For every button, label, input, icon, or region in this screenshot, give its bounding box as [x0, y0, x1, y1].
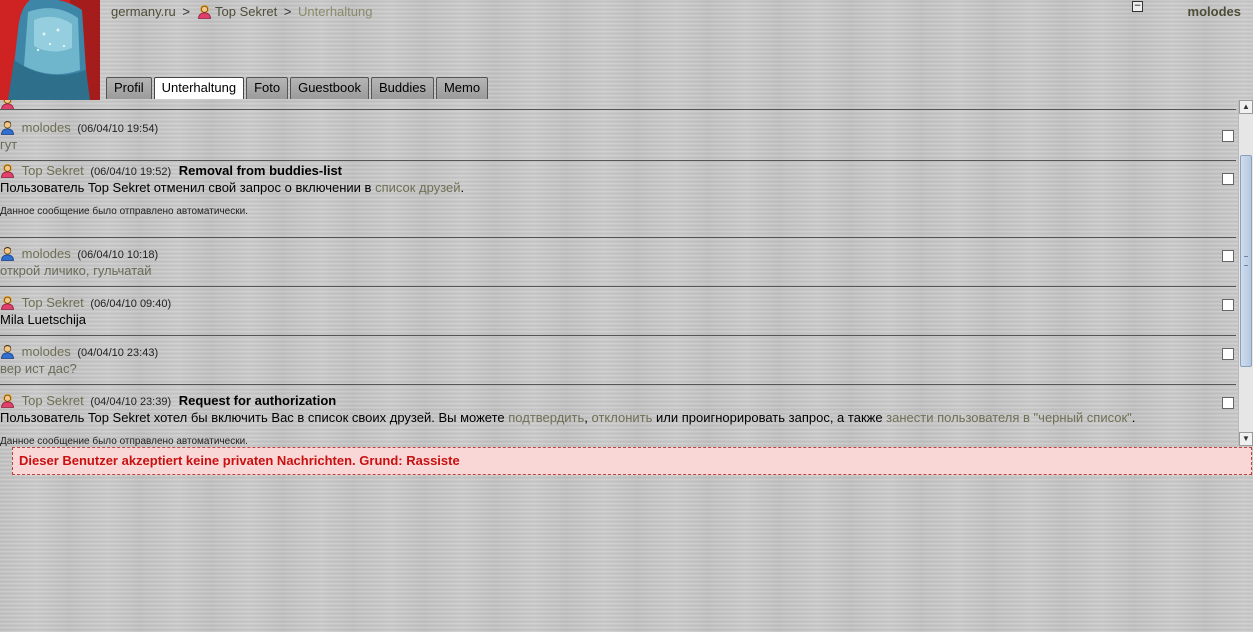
- message-header: Top Sekret (04/04/10 23:39) Request for …: [0, 393, 336, 408]
- tab-unterhaltung[interactable]: Unterhaltung: [153, 77, 245, 99]
- decline-link[interactable]: отклонить: [592, 410, 653, 425]
- message-author-link[interactable]: molodes: [22, 246, 71, 261]
- female-user-icon: [0, 295, 15, 310]
- message-timestamp: (04/04/10 23:39): [90, 396, 172, 408]
- message-author-link[interactable]: Top Sekret: [22, 393, 84, 408]
- message-select-checkbox[interactable]: [1222, 348, 1234, 360]
- message-select-checkbox[interactable]: [1222, 250, 1234, 262]
- message-select-checkbox[interactable]: [1222, 397, 1234, 409]
- scroll-down-arrow-icon[interactable]: ▼: [1239, 432, 1253, 446]
- scroll-grip-icon: [1244, 256, 1248, 266]
- message-text: открой личико, гульчатай: [0, 263, 152, 278]
- auto-message-note: Данное сообщение было отправлено автомат…: [0, 206, 248, 217]
- female-user-icon: [0, 393, 15, 408]
- message-text-part: или проигнорировать запрос, а также: [652, 410, 887, 425]
- buddy-list-link[interactable]: список друзей: [375, 180, 460, 195]
- tab-buddies[interactable]: Buddies: [370, 77, 434, 99]
- scroll-up-arrow-icon[interactable]: ▲: [1239, 100, 1253, 114]
- male-user-icon: [0, 120, 15, 135]
- message-text-part: .: [460, 180, 465, 195]
- avatar-photo: [0, 0, 100, 100]
- female-user-icon: [197, 4, 212, 19]
- divider: [0, 109, 1236, 110]
- message-header: molodes (04/04/10 23:43): [0, 344, 158, 359]
- message-select-checkbox[interactable]: [1222, 173, 1234, 185]
- breadcrumb-user-link[interactable]: Top Sekret: [215, 4, 277, 19]
- message-text-part: .: [1131, 410, 1136, 425]
- message-timestamp: (06/04/10 19:52): [90, 166, 172, 178]
- tab-foto[interactable]: Foto: [246, 77, 289, 99]
- message-text: гут: [0, 137, 18, 152]
- message-select-checkbox[interactable]: [1222, 130, 1234, 142]
- message-item: Top Sekret (06/04/10 09:40) Mila Luetsch…: [0, 287, 1236, 336]
- scroll-thumb[interactable]: [1240, 155, 1252, 367]
- message-author-link[interactable]: Top Sekret: [22, 163, 84, 178]
- message-text-part: Пользователь Top Sekret отменил свой зап…: [0, 180, 376, 195]
- avatar[interactable]: [0, 0, 100, 100]
- message-item: Top Sekret (06/04/10 19:52) Removal from…: [0, 161, 1236, 238]
- breadcrumb: germany.ru > Top Sekret > Unterhaltung: [111, 4, 372, 19]
- message-text: Mila Luetschija: [0, 312, 86, 327]
- message-author-link[interactable]: molodes: [22, 344, 71, 359]
- private-message-notice: Dieser Benutzer akzeptiert keine private…: [12, 447, 1252, 475]
- message-text: Пользователь Top Sekret отменил свой зап…: [0, 180, 464, 195]
- collapse-icon[interactable]: −: [1132, 1, 1143, 12]
- breadcrumb-current: Unterhaltung: [298, 4, 373, 19]
- message-header: molodes (06/04/10 10:18): [0, 246, 158, 261]
- message-timestamp: (06/04/10 10:18): [77, 249, 159, 261]
- message-header: Top Sekret (06/04/10 19:52) Removal from…: [0, 163, 342, 178]
- profile-tabs: Profil Unterhaltung Foto Guestbook Buddi…: [106, 77, 490, 99]
- message-header: Top Sekret (06/04/10 09:40): [0, 295, 171, 310]
- current-user-name[interactable]: molodes: [1188, 4, 1241, 19]
- message-text-part: Пользователь Top Sekret хотел бы включит…: [0, 410, 509, 425]
- tab-guestbook[interactable]: Guestbook: [290, 77, 369, 99]
- message-author-link[interactable]: molodes: [22, 120, 71, 135]
- breadcrumb-separator: >: [182, 4, 191, 19]
- message-timestamp: (06/04/10 19:54): [77, 123, 159, 135]
- message-timestamp: (06/04/10 09:40): [90, 298, 172, 310]
- message-subject: Removal from buddies-list: [178, 163, 343, 178]
- message-item: molodes (06/04/10 10:18) открой личико, …: [0, 238, 1236, 287]
- message-header: molodes (06/04/10 19:54): [0, 120, 158, 135]
- breadcrumb-site-link[interactable]: germany.ru: [111, 4, 176, 19]
- auto-message-note: Данное сообщение было отправлено автомат…: [0, 436, 248, 446]
- conversation-feed[interactable]: molodes (06/04/10 19:54) гут Top Sekret …: [0, 100, 1238, 446]
- message-select-checkbox[interactable]: [1222, 299, 1234, 311]
- message-author-link[interactable]: Top Sekret: [22, 295, 84, 310]
- male-user-icon: [0, 246, 15, 261]
- breadcrumb-separator: >: [283, 4, 292, 19]
- tab-profil[interactable]: Profil: [106, 77, 152, 99]
- message-text: Пользователь Top Sekret хотел бы включит…: [0, 410, 1135, 425]
- female-user-icon: [0, 163, 15, 178]
- message-item: Top Sekret (04/04/10 23:39) Request for …: [0, 385, 1236, 446]
- message-item: molodes (04/04/10 23:43) вер ист дас?: [0, 336, 1236, 385]
- message-item: molodes (06/04/10 19:54) гут: [0, 118, 1236, 161]
- feed-scrollbar[interactable]: ▲ ▼: [1238, 100, 1253, 446]
- message-text-part: ,: [584, 410, 592, 425]
- message-text: вер ист дас?: [0, 361, 77, 376]
- tab-memo[interactable]: Memo: [435, 77, 489, 99]
- confirm-link[interactable]: подтвердить: [508, 410, 584, 425]
- blacklist-link[interactable]: занести пользователя в "черный список": [886, 410, 1132, 425]
- message-timestamp: (04/04/10 23:43): [77, 347, 159, 359]
- message-subject: Request for authorization: [178, 393, 337, 408]
- male-user-icon: [0, 344, 15, 359]
